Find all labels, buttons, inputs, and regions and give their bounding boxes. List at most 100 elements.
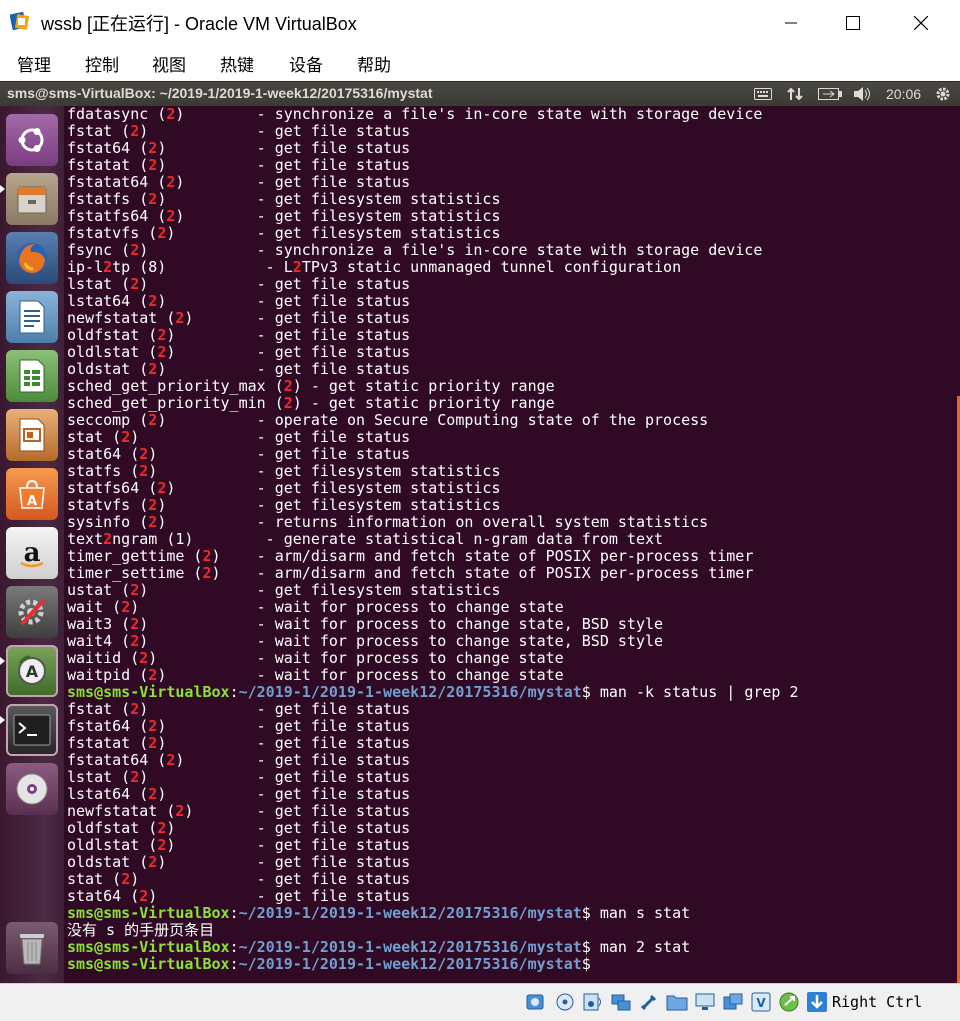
terminal-text: ) - get file status — [139, 768, 411, 786]
network-icon[interactable] — [784, 84, 806, 104]
panel-window-title: sms@sms-VirtualBox: ~/2019-1/2019-1-week… — [7, 85, 433, 101]
terminal-icon[interactable] — [6, 704, 58, 756]
video-capture-icon[interactable] — [722, 991, 744, 1013]
dash-home-icon[interactable] — [6, 114, 58, 166]
prompt-path: ~/2019-1/2019-1-week12/20175316/mystat — [238, 938, 582, 956]
terminal-line: text2ngram (1) - generate statistical n-… — [67, 531, 799, 548]
writer-icon[interactable] — [6, 291, 58, 343]
terminal-text: fstatfs64 ( — [67, 207, 167, 225]
grep-match: 2 — [157, 819, 167, 837]
terminal-text: ) - get file status — [175, 173, 411, 191]
terminal-text: ) - get filesystem statistics — [139, 581, 501, 599]
terminal-output[interactable]: fdatasync (2) - synchronize a file's in-… — [64, 106, 960, 983]
terminal-line: ip-l2tp (8) - L2TPv3 static unmanaged tu… — [67, 259, 799, 276]
terminal-text: fstatat ( — [67, 734, 149, 752]
terminal-line: fdatasync (2) - synchronize a file's in-… — [67, 106, 799, 123]
system-settings-icon[interactable] — [6, 586, 58, 638]
maximize-button[interactable] — [822, 0, 884, 45]
grep-match: 2 — [130, 241, 140, 259]
grep-match: 2 — [130, 632, 140, 650]
host-key-arrow-icon[interactable] — [806, 991, 828, 1013]
terminal-line: lstat64 (2) - get file status — [67, 786, 799, 803]
mouse-integration-icon[interactable] — [778, 991, 800, 1013]
volume-icon[interactable] — [851, 84, 873, 104]
window-title-bar[interactable]: wssb [正在运行] - Oracle VM VirtualBox — [0, 0, 960, 45]
terminal-text: newfstatat ( — [67, 309, 176, 327]
firefox-icon[interactable] — [6, 232, 58, 284]
menu-hotkeys[interactable]: 热键 — [220, 51, 254, 76]
terminal-line: fstatfs (2) - get filesystem statistics — [67, 191, 799, 208]
software-center-icon[interactable]: A — [6, 468, 58, 520]
menu-view[interactable]: 视图 — [152, 51, 186, 76]
terminal-text: lstat64 ( — [67, 785, 149, 803]
panel-clock[interactable]: 20:06 — [886, 86, 921, 102]
software-updater-icon[interactable]: A — [6, 645, 58, 697]
terminal-text: ) - get file status — [157, 292, 411, 310]
close-button[interactable] — [890, 0, 952, 45]
optical-drive-icon[interactable] — [554, 991, 576, 1013]
minimize-button[interactable] — [760, 0, 822, 45]
grep-match: 2 — [148, 785, 158, 803]
terminal-text: lstat ( — [67, 275, 131, 293]
terminal-text: : — [229, 938, 239, 956]
audio-icon[interactable] — [582, 991, 604, 1013]
terminal-line: 没有 s 的手册页条目 — [67, 922, 799, 939]
terminal-text: ) - wait for process to change state — [157, 666, 564, 684]
terminal-text: timer_gettime ( — [67, 547, 203, 565]
svg-text:V: V — [756, 996, 766, 1010]
dvd-icon[interactable] — [6, 763, 58, 815]
terminal-text: sched_get_priority_max ( — [67, 377, 284, 395]
usb-icon[interactable] — [638, 991, 660, 1013]
virtualization-icon[interactable]: V — [750, 991, 772, 1013]
grep-match: 2 — [157, 343, 167, 361]
virtualbox-app-icon — [10, 11, 30, 31]
grep-match: 2 — [139, 887, 149, 905]
host-key-label: Right Ctrl — [832, 993, 923, 1011]
hard-disk-icon[interactable] — [524, 991, 546, 1013]
terminal-line: sms@sms-VirtualBox:~/2019-1/2019-1-week1… — [67, 684, 799, 701]
battery-icon[interactable] — [816, 84, 844, 104]
terminal-text: waitid ( — [67, 649, 140, 667]
terminal-text: $ man s stat — [581, 904, 691, 922]
terminal-text: ) - get file status — [166, 343, 411, 361]
terminal-text: stat ( — [67, 870, 122, 888]
grep-match: 2 — [103, 258, 113, 276]
virtualbox-status-bar: V Right Ctrl — [0, 983, 960, 1021]
menu-devices[interactable]: 设备 — [289, 51, 323, 76]
ubuntu-top-panel: sms@sms-VirtualBox: ~/2019-1/2019-1-week… — [0, 81, 960, 107]
grep-match: 2 — [148, 853, 158, 871]
terminal-text: ) - get filesystem statistics — [157, 496, 501, 514]
terminal-text: fstat64 ( — [67, 139, 149, 157]
terminal-text: seccomp ( — [67, 411, 149, 429]
terminal-text: oldlstat ( — [67, 343, 158, 361]
menu-help[interactable]: 帮助 — [357, 51, 391, 76]
network-adapter-icon[interactable] — [610, 991, 632, 1013]
terminal-line: lstat (2) - get file status — [67, 276, 799, 293]
terminal-text: waitpid ( — [67, 666, 149, 684]
gear-icon[interactable] — [932, 84, 954, 104]
shared-folders-icon[interactable] — [666, 991, 688, 1013]
menu-control[interactable]: 控制 — [85, 51, 119, 76]
files-icon[interactable] — [6, 173, 58, 225]
terminal-text: ) - returns information on overall syste… — [157, 513, 709, 531]
impress-icon[interactable] — [6, 409, 58, 461]
terminal-text: stat64 ( — [67, 445, 140, 463]
amazon-icon[interactable]: a — [6, 527, 58, 579]
terminal-text: ) - wait for process to change state, BS… — [139, 615, 664, 633]
terminal-text: ngram (1) - generate statistical n-gram … — [112, 530, 664, 548]
keyboard-icon[interactable] — [752, 84, 774, 104]
menu-bar: 管理 控制 视图 热键 设备 帮助 — [0, 45, 960, 81]
calc-icon[interactable] — [6, 350, 58, 402]
display-icon[interactable] — [694, 991, 716, 1013]
grep-match: 2 — [202, 547, 212, 565]
trash-icon[interactable] — [6, 922, 58, 974]
terminal-text: ) - get filesystem statistics — [148, 462, 501, 480]
grep-match: 2 — [121, 598, 131, 616]
terminal-line: fstatvfs (2) - get filesystem statistics — [67, 225, 799, 242]
close-icon — [914, 15, 928, 30]
terminal-text: ) - operate on Secure Computing state of… — [157, 411, 709, 429]
terminal-text: fstat64 ( — [67, 717, 149, 735]
terminal-text: ) - synchronize a file's in-core state w… — [139, 241, 763, 259]
menu-manage[interactable]: 管理 — [17, 51, 51, 76]
grep-match: 2 — [148, 717, 158, 735]
